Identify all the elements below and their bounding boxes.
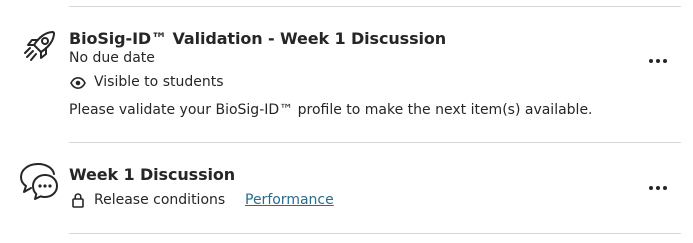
eye-icon xyxy=(70,76,86,90)
divider-middle xyxy=(69,142,681,143)
visibility-status: Visible to students xyxy=(94,74,224,90)
performance-link[interactable]: Performance xyxy=(245,192,334,208)
divider-top xyxy=(69,6,681,7)
more-options-icon[interactable] xyxy=(646,54,670,68)
discussion-bubbles-icon xyxy=(20,163,58,200)
lock-icon xyxy=(72,193,84,208)
content-list: BioSig-ID™ Validation - Week 1 Discussio… xyxy=(0,0,693,243)
item-title[interactable]: BioSig-ID™ Validation - Week 1 Discussio… xyxy=(69,29,446,48)
release-conditions-label[interactable]: Release conditions xyxy=(94,192,225,208)
rocket-icon xyxy=(24,31,55,61)
due-date-text: No due date xyxy=(69,50,155,66)
divider-bottom xyxy=(69,233,681,234)
item-description: Please validate your BioSig-ID™ profile … xyxy=(69,102,593,118)
item-title[interactable]: Week 1 Discussion xyxy=(69,165,235,184)
more-options-icon[interactable] xyxy=(646,181,670,195)
